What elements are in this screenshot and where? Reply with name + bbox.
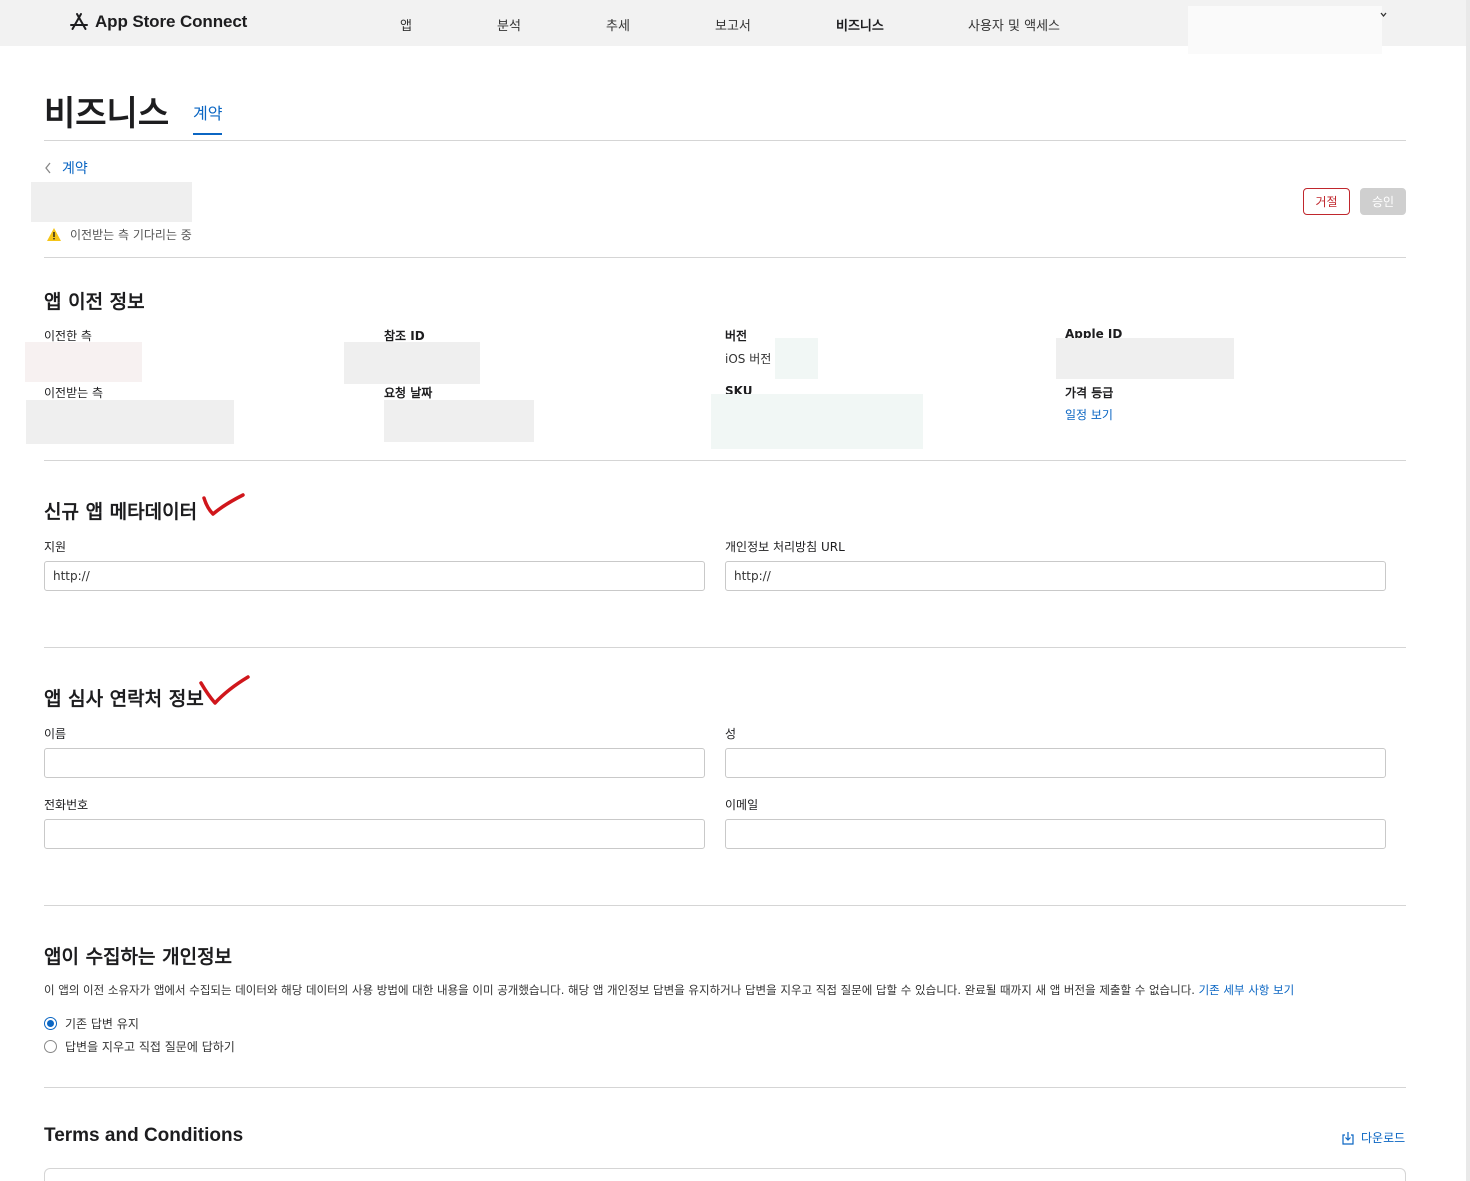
section-title-transfer-info: 앱 이전 정보 bbox=[44, 291, 145, 313]
scrollbar[interactable] bbox=[1466, 0, 1470, 1181]
nav-item-reports[interactable]: 보고서 bbox=[715, 15, 751, 34]
request-date-redacted bbox=[384, 400, 534, 442]
download-icon bbox=[1342, 1131, 1354, 1145]
app-name-redacted bbox=[31, 182, 192, 222]
top-nav: App Store Connect 앱 분석 추세 보고서 비즈니스 사용자 및… bbox=[0, 0, 1466, 54]
first-name-input[interactable] bbox=[44, 748, 705, 778]
phone-input[interactable] bbox=[44, 819, 705, 849]
label-request-date: 요청 날짜 bbox=[384, 386, 433, 400]
brand-name: App Store Connect bbox=[95, 12, 248, 31]
email-input[interactable] bbox=[725, 819, 1386, 849]
divider bbox=[44, 460, 1406, 461]
label-transferee: 이전받는 측 bbox=[44, 386, 104, 400]
status-indicator: 이전받는 측 기다리는 중 bbox=[46, 226, 192, 243]
nav-item-apps[interactable]: 앱 bbox=[400, 15, 412, 34]
page-title: 비즈니스 bbox=[44, 94, 170, 134]
divider bbox=[44, 140, 1406, 141]
privacy-policy-url-input[interactable] bbox=[725, 561, 1386, 591]
account-menu-redacted[interactable] bbox=[1188, 6, 1382, 54]
view-schedule-link[interactable]: 일정 보기 bbox=[1065, 406, 1113, 423]
terms-content-box[interactable] bbox=[44, 1168, 1406, 1181]
warning-icon bbox=[47, 228, 61, 241]
privacy-description: 이 앱의 이전 소유자가 앱에서 수집되는 데이터와 해당 데이터의 사용 방법… bbox=[44, 982, 1294, 998]
red-checkmark-annotation bbox=[202, 493, 245, 516]
version-number-redacted bbox=[775, 338, 818, 379]
view-existing-details-link[interactable]: 기존 세부 사항 보기 bbox=[1199, 983, 1295, 997]
privacy-description-text: 이 앱의 이전 소유자가 앱에서 수집되는 데이터와 해당 데이터의 사용 방법… bbox=[44, 983, 1195, 997]
section-title-review-contact: 앱 심사 연락처 정보 bbox=[44, 688, 204, 710]
status-text: 이전받는 측 기다리는 중 bbox=[70, 228, 192, 242]
back-link-label: 계약 bbox=[62, 161, 88, 177]
sku-redacted bbox=[711, 394, 923, 449]
nav-item-business[interactable]: 비즈니스 bbox=[836, 15, 884, 34]
label-email: 이메일 bbox=[725, 798, 759, 812]
tab-contracts[interactable]: 계약 bbox=[193, 100, 223, 135]
download-label: 다운로드 bbox=[1361, 1131, 1406, 1145]
reject-button[interactable]: 거절 bbox=[1303, 188, 1350, 215]
download-button[interactable]: 다운로드 bbox=[1341, 1129, 1405, 1146]
section-title-privacy: 앱이 수집하는 개인정보 bbox=[44, 946, 233, 968]
section-title-metadata: 신규 앱 메타데이터 bbox=[44, 501, 198, 523]
radio-keep-answers[interactable]: 기존 답변 유지 bbox=[44, 1015, 139, 1032]
last-name-input[interactable] bbox=[725, 748, 1386, 778]
app-store-icon bbox=[70, 13, 88, 30]
divider bbox=[44, 257, 1406, 258]
divider bbox=[44, 647, 1406, 648]
radio-clear-answers[interactable]: 답변을 지우고 직접 질문에 답하기 bbox=[44, 1038, 235, 1055]
nav-item-trends[interactable]: 추세 bbox=[606, 15, 630, 34]
brand[interactable]: App Store Connect bbox=[69, 12, 247, 32]
label-first-name: 이름 bbox=[44, 727, 67, 741]
label-price-tier: 가격 등급 bbox=[1065, 386, 1114, 400]
chevron-left-icon bbox=[45, 162, 51, 174]
label-privacy-policy-url: 개인정보 처리방침 URL bbox=[725, 540, 845, 554]
nav-item-users-access[interactable]: 사용자 및 액세스 bbox=[968, 15, 1060, 34]
chevron-down-icon[interactable] bbox=[1380, 11, 1387, 18]
reference-id-redacted bbox=[344, 342, 480, 384]
radio-label: 답변을 지우고 직접 질문에 답하기 bbox=[65, 1040, 235, 1054]
radio-label: 기존 답변 유지 bbox=[65, 1017, 139, 1031]
label-last-name: 성 bbox=[725, 727, 737, 741]
divider bbox=[44, 1087, 1406, 1088]
approve-button[interactable]: 승인 bbox=[1360, 188, 1406, 215]
label-support-url: 지원 bbox=[44, 540, 67, 554]
radio-button[interactable] bbox=[44, 1040, 57, 1053]
label-version: 버전 bbox=[725, 329, 748, 343]
transferor-redacted bbox=[25, 342, 142, 382]
label-phone: 전화번호 bbox=[44, 798, 89, 812]
support-url-input[interactable] bbox=[44, 561, 705, 591]
red-checkmark-annotation bbox=[199, 675, 250, 705]
divider bbox=[44, 905, 1406, 906]
section-title-terms: Terms and Conditions bbox=[44, 1125, 244, 1146]
apple-id-redacted bbox=[1056, 338, 1234, 379]
nav-item-analytics[interactable]: 분석 bbox=[497, 15, 521, 34]
transferee-redacted bbox=[26, 400, 234, 444]
version-value: iOS 버전 bbox=[725, 352, 772, 366]
back-link[interactable]: 계약 bbox=[44, 158, 88, 178]
radio-button-selected[interactable] bbox=[44, 1017, 57, 1030]
